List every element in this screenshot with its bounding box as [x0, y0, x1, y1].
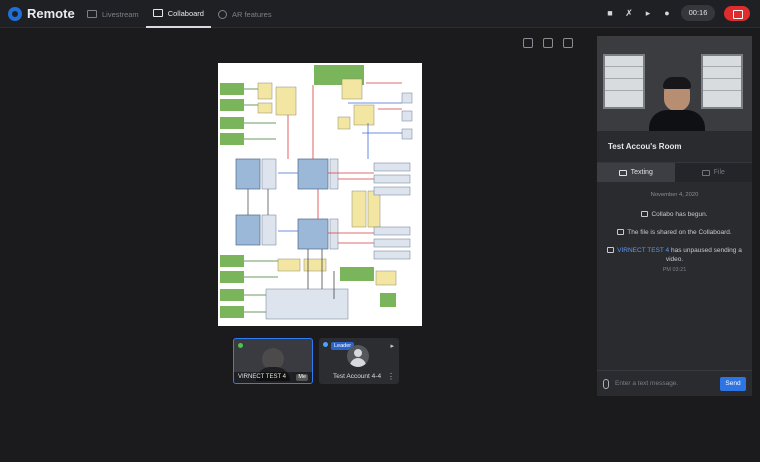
tab-collaboard[interactable]: Collaboard: [145, 0, 211, 28]
chat-input[interactable]: [615, 380, 714, 387]
me-badge: Me: [296, 374, 308, 381]
call-timer: 00:16: [681, 5, 715, 21]
collaboard-stage: VIRNECT TEST 4 Me Leader ▸ Test Account …: [0, 28, 597, 462]
participant-video: [256, 348, 290, 381]
background-window: [701, 54, 743, 109]
capture-icon[interactable]: [523, 38, 533, 48]
speaker-icon[interactable]: ▸: [643, 8, 653, 18]
person-body: [649, 110, 705, 131]
chat-composer: Send: [597, 370, 752, 396]
system-message: Collabo has begun.: [605, 210, 744, 219]
speaker-icon: ▸: [390, 343, 394, 350]
top-bar: Remote Livestream Collaboard AR features…: [0, 0, 760, 28]
chat-icon: [618, 169, 627, 176]
app-title: Remote: [27, 6, 75, 21]
collabo-icon: [641, 211, 649, 217]
settings-icon[interactable]: [563, 38, 573, 48]
camera-icon[interactable]: ■: [605, 8, 615, 18]
send-button[interactable]: Send: [720, 376, 746, 391]
folder-icon: [701, 169, 710, 176]
system-message: The file is shared on the Collaboard.: [605, 228, 744, 237]
tab-texting-label: Texting: [630, 169, 653, 176]
tab-ar-features[interactable]: AR features: [211, 0, 279, 28]
participant-strip: VIRNECT TEST 4 Me Leader ▸ Test Account …: [233, 338, 399, 384]
mic-muted-icon[interactable]: ✗: [624, 8, 634, 18]
remote-logo-icon: [8, 6, 22, 21]
message-time: PM 03:21: [662, 267, 687, 273]
notification-icon[interactable]: ●: [662, 8, 672, 18]
user-link[interactable]: VIRNECT TEST 4: [617, 247, 669, 254]
tab-file-label: File: [713, 169, 725, 176]
self-camera-view: [597, 36, 752, 131]
tab-file[interactable]: File: [675, 163, 753, 182]
ar-features-icon: [217, 9, 227, 19]
more-options-icon[interactable]: ⋮: [387, 372, 395, 381]
stage-toolbar: [523, 38, 573, 48]
chat-date: November 4, 2020: [650, 192, 699, 198]
bell-icon: [607, 247, 615, 253]
status-dot: [238, 343, 243, 348]
person-hair: [663, 77, 691, 89]
participant-tile-me[interactable]: VIRNECT TEST 4 Me: [233, 338, 313, 384]
share-icon[interactable]: [543, 38, 553, 48]
block-diagram-image: [220, 65, 413, 320]
tab-livestream-label: Livestream: [102, 9, 139, 19]
panel-tabs: Texting File: [597, 163, 752, 182]
shared-document[interactable]: [218, 63, 422, 326]
end-call-button[interactable]: [724, 5, 750, 21]
collaboard-icon: [152, 9, 163, 17]
background-window: [603, 54, 645, 109]
tab-livestream[interactable]: Livestream: [80, 0, 146, 28]
tab-ar-features-label: AR features: [231, 9, 272, 19]
attach-icon[interactable]: [603, 378, 609, 389]
app-logo: Remote: [8, 6, 75, 21]
participant-name: Test Account 4-4: [333, 373, 382, 380]
side-panel: Test Accou's Room Texting File November …: [597, 36, 752, 396]
status-dot: [323, 342, 328, 347]
participant-tile-leader[interactable]: Leader ▸ Test Account 4-4 ⋮: [319, 338, 399, 384]
tab-collaboard-label: Collaboard: [167, 8, 204, 18]
system-message: VIRNECT TEST 4 has unpaused sending a vi…: [605, 246, 744, 275]
room-title: Test Accou's Room: [597, 131, 752, 163]
livestream-icon: [87, 10, 97, 18]
avatar: [347, 345, 369, 367]
tab-texting[interactable]: Texting: [597, 163, 675, 182]
pen-icon: [617, 229, 625, 235]
call-controls: ■ ✗ ▸ ● 00:16: [605, 5, 750, 21]
main-nav: Livestream Collaboard AR features: [80, 0, 279, 28]
chat-log: November 4, 2020 Collabo has begun. The …: [597, 182, 752, 294]
